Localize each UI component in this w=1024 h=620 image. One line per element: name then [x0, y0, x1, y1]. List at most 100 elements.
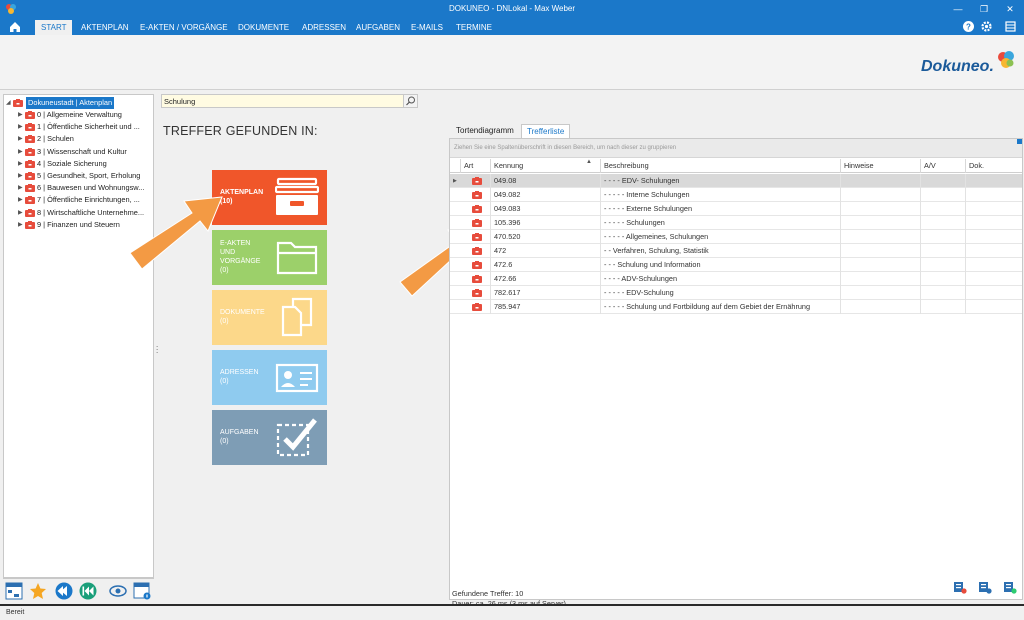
- tile-dokumente-count: (0): [220, 318, 229, 325]
- expand-arrow-icon[interactable]: ▶: [18, 158, 23, 170]
- layout-menu-icon[interactable]: [1004, 20, 1017, 33]
- ribbon-tabs: START AKTENPLAN E-AKTEN / VORGÄNGE DOKUM…: [0, 18, 1024, 35]
- cell-av: [920, 188, 965, 202]
- tile-adressen[interactable]: ADRESSEN (0): [212, 350, 327, 405]
- tile-e-akten[interactable]: E-AKTEN UND VORGÄNGE (0): [212, 230, 327, 285]
- tree-info-icon[interactable]: [133, 582, 151, 600]
- file-cabinet-icon: [25, 184, 35, 193]
- cell-hinweise: [840, 244, 920, 258]
- tab-termine[interactable]: TERMINE: [450, 20, 498, 35]
- expand-arrow-icon[interactable]: ▶: [18, 219, 23, 231]
- tile-aktenplan[interactable]: AKTENPLAN (10): [212, 170, 327, 225]
- file-cabinet-icon: [25, 159, 35, 168]
- first-icon[interactable]: [79, 582, 97, 600]
- header-art[interactable]: Art: [460, 159, 490, 173]
- cell-hinweise: [840, 216, 920, 230]
- cell-dok: [965, 188, 1022, 202]
- close-button[interactable]: ✕: [1003, 2, 1017, 16]
- expand-arrow-icon[interactable]: ▶: [18, 207, 23, 219]
- tree-item-label: 4 | Soziale Sicherung: [37, 158, 107, 168]
- folder-icon: [276, 241, 318, 275]
- file-cabinet-icon: [25, 111, 35, 119]
- status-bar: Bereit: [0, 604, 1024, 620]
- grid-header: Art Kennung ▲ Beschreibung Hinweise A/V …: [450, 159, 1022, 173]
- cell-dok: [965, 286, 1022, 300]
- eye-icon[interactable]: [109, 582, 127, 600]
- tab-adressen[interactable]: ADRESSEN: [296, 20, 352, 35]
- cell-dok: [965, 258, 1022, 272]
- tab-aufgaben[interactable]: AUFGABEN: [350, 20, 406, 35]
- tile-aufgaben[interactable]: AUFGABEN (0): [212, 410, 327, 465]
- header-beschreibung[interactable]: Beschreibung: [600, 159, 840, 173]
- dokuneo-logo: Dokuneo.: [921, 50, 1016, 78]
- cell-dok: [965, 174, 1022, 188]
- table-row[interactable]: 105.396- - - - - Schulungen: [450, 216, 1022, 230]
- expand-arrow-icon[interactable]: ▶: [18, 109, 23, 121]
- tree-item[interactable]: ▶ 0 | Allgemeine Verwaltung: [4, 109, 153, 121]
- gear-icon[interactable]: [980, 20, 993, 33]
- file-cabinet-icon: [25, 147, 35, 156]
- results-grid: Ziehen Sie eine Spaltenüberschrift in di…: [449, 138, 1023, 608]
- tab-dokumente[interactable]: DOKUMENTE: [232, 20, 295, 35]
- search-input[interactable]: [164, 96, 400, 107]
- help-icon[interactable]: ?: [962, 20, 975, 33]
- tree-item[interactable]: ▶ 1 | Öffentliche Sicherheit und ...: [4, 121, 153, 133]
- table-row[interactable]: 470.520- - - - - Allgemeines, Schulungen: [450, 230, 1022, 244]
- tree-item[interactable]: ▶ 5 | Gesundheit, Sport, Erholung: [4, 170, 153, 182]
- results-panel: Tortendiagramm Trefferliste Ziehen Sie e…: [449, 124, 1024, 608]
- cell-hinweise: [840, 300, 920, 314]
- export-list-icon[interactable]: [978, 580, 992, 594]
- expand-arrow-icon[interactable]: ▶: [18, 182, 23, 194]
- tree-item[interactable]: ▶ 2 | Schulen: [4, 133, 153, 145]
- cell-av: [920, 258, 965, 272]
- table-row[interactable]: 472.6- - - Schulung und Information: [450, 258, 1022, 272]
- tab-e-akten[interactable]: E-AKTEN / VORGÄNGE: [134, 20, 234, 35]
- status-text: Bereit: [6, 609, 25, 616]
- file-cabinet-icon: [25, 172, 35, 180]
- header-kennung[interactable]: Kennung: [490, 159, 600, 173]
- table-row[interactable]: 782.617- - - - - EDV-Schulung: [450, 286, 1022, 300]
- file-cabinet-icon: [25, 196, 35, 205]
- tree-view-icon[interactable]: [5, 582, 23, 600]
- tree-item[interactable]: ▶ 3 | Wissenschaft und Kultur: [4, 146, 153, 158]
- favorite-star-icon[interactable]: [29, 582, 47, 600]
- header-hinweise[interactable]: Hinweise: [840, 159, 920, 173]
- home-icon[interactable]: [8, 20, 22, 33]
- group-by-area[interactable]: Ziehen Sie eine Spaltenüberschrift in di…: [450, 139, 1022, 158]
- table-row[interactable]: ▶ 049.08- - - - EDV- Schulungen: [450, 174, 1022, 188]
- panel-splitter[interactable]: ...: [156, 341, 158, 355]
- cell-dok: [965, 300, 1022, 314]
- cell-hinweise: [840, 230, 920, 244]
- expand-arrow-icon[interactable]: ▶: [18, 133, 23, 145]
- expand-arrow-icon[interactable]: ▶: [18, 146, 23, 158]
- tree-item[interactable]: ▶ 4 | Soziale Sicherung: [4, 158, 153, 170]
- header-av[interactable]: A/V: [920, 159, 965, 173]
- minimize-button[interactable]: —: [951, 2, 965, 16]
- cell-hinweise: [840, 258, 920, 272]
- table-row[interactable]: 472- - Verfahren, Schulung, Statistik: [450, 244, 1022, 258]
- tab-e-mails[interactable]: E-MAILS: [405, 20, 449, 35]
- file-cabinet-icon: [472, 261, 482, 269]
- tile-dokumente[interactable]: DOKUMENTE (0): [212, 290, 327, 345]
- tab-aktenplan[interactable]: AKTENPLAN: [75, 20, 135, 35]
- table-row[interactable]: 049.083- - - - - Externe Schulungen: [450, 202, 1022, 216]
- table-row[interactable]: 785.947- - - - - Schulung und Fortbildun…: [450, 300, 1022, 314]
- tab-trefferliste[interactable]: Trefferliste: [521, 124, 571, 138]
- table-row[interactable]: 472.66- - - - ADV-Schulungen: [450, 272, 1022, 286]
- table-row[interactable]: 049.082- - - - - Interne Schulungen: [450, 188, 1022, 202]
- expand-arrow-icon[interactable]: ▶: [18, 121, 23, 133]
- tab-tortendiagramm[interactable]: Tortendiagramm: [451, 124, 519, 138]
- restore-button[interactable]: ❐: [977, 2, 991, 16]
- file-cabinet-icon: [25, 208, 35, 217]
- back-icon[interactable]: [55, 582, 73, 600]
- tab-start[interactable]: START: [35, 20, 73, 35]
- export-excel-icon[interactable]: [953, 580, 967, 594]
- tree-root[interactable]: ◢ Dokuneustadt | Aktenplan: [4, 97, 153, 109]
- header-dok[interactable]: Dok.: [965, 159, 1022, 173]
- expand-arrow-icon[interactable]: ▶: [18, 194, 23, 206]
- file-cabinet-icon: [472, 177, 482, 185]
- export-add-icon[interactable]: [1003, 580, 1017, 594]
- tile-adressen-count: (0): [220, 378, 229, 385]
- expand-arrow-icon[interactable]: ▶: [18, 170, 23, 182]
- search-button[interactable]: [403, 95, 417, 107]
